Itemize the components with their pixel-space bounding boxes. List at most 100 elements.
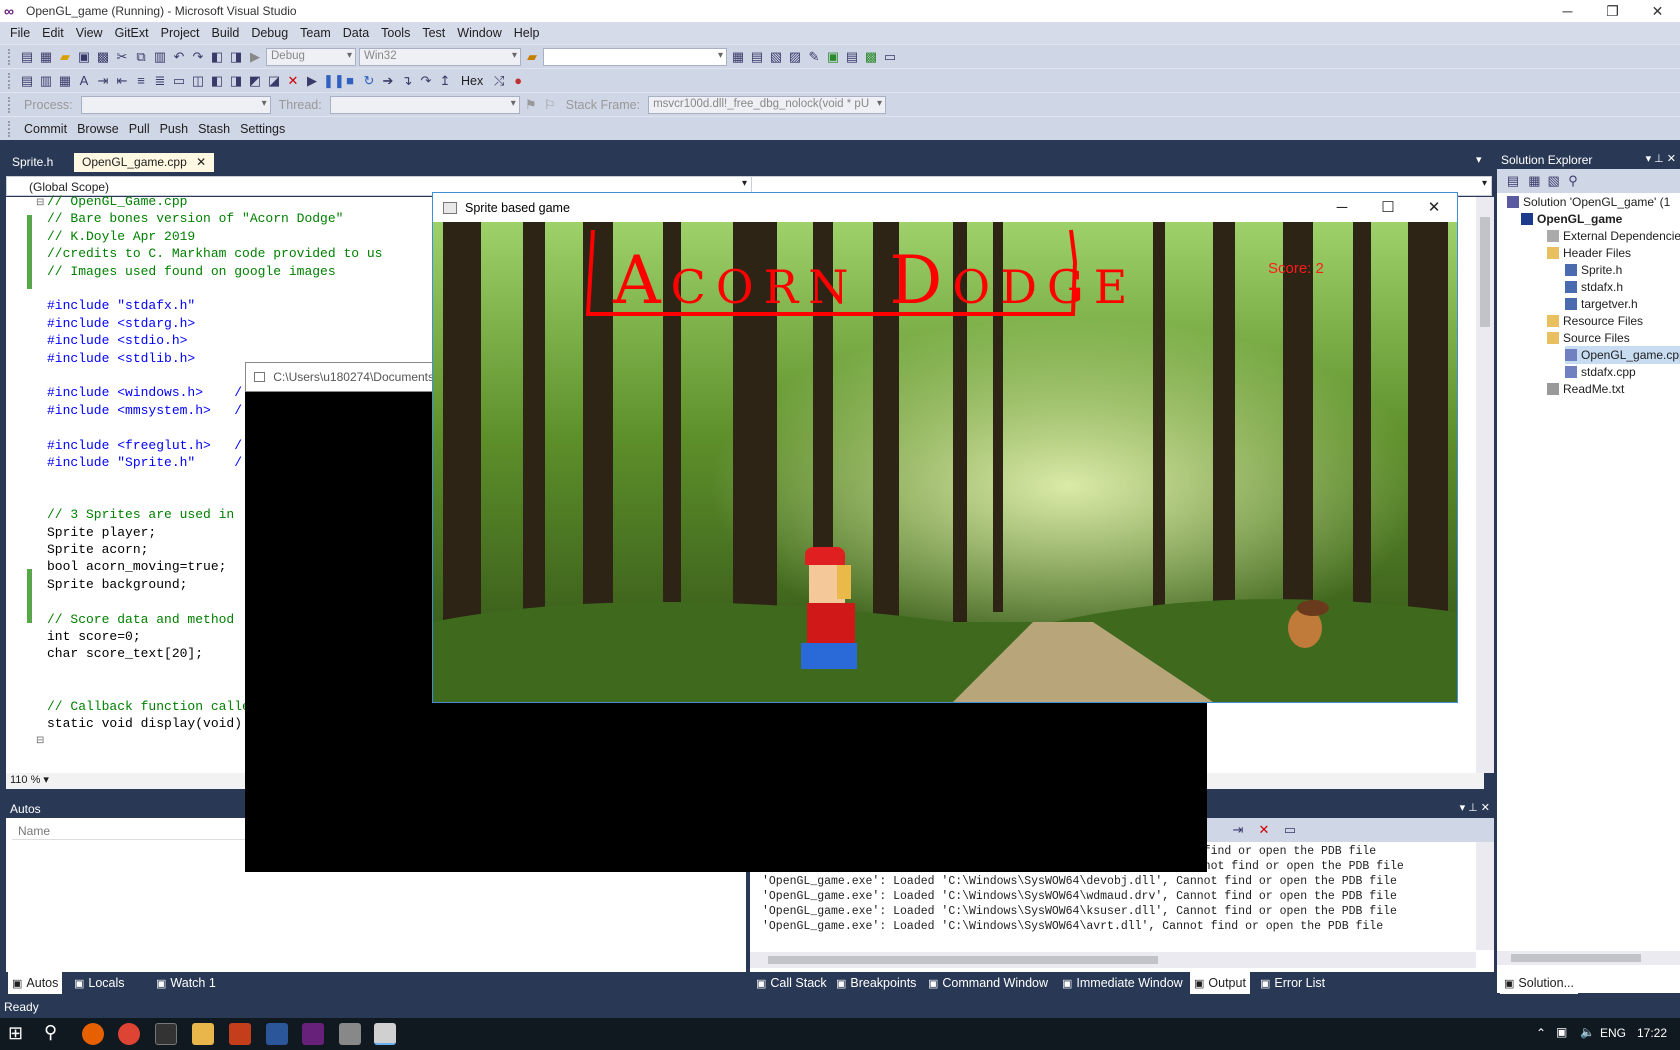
minimize-button[interactable]: ─: [1545, 0, 1590, 22]
bookmark-prev-icon[interactable]: ▥: [38, 73, 54, 89]
copy-icon[interactable]: ⧉: [133, 49, 149, 65]
bookmark-toggle-icon[interactable]: ◫: [190, 73, 206, 89]
continue-icon[interactable]: ▶: [304, 73, 320, 89]
menu-tools[interactable]: Tools: [375, 26, 416, 40]
git-push-button[interactable]: Push: [155, 122, 194, 136]
solex-horizontal-scrollbar[interactable]: [1497, 951, 1680, 965]
bookmark-next-icon[interactable]: ▦: [57, 73, 73, 89]
tree-item[interactable]: OpenGL_game: [1521, 210, 1622, 228]
code-line[interactable]: // Callback function calle: [47, 698, 250, 716]
scope-dropdown-icon[interactable]: ▾: [742, 178, 747, 189]
platform-select[interactable]: Win32: [359, 47, 521, 66]
filter-thread-icon[interactable]: ⚐: [542, 97, 558, 113]
add-item-icon[interactable]: ▦: [38, 49, 54, 65]
code-line[interactable]: // OpenGL_Game.cpp: [47, 193, 187, 211]
code-line[interactable]: Sprite player;: [47, 524, 156, 542]
tree-item[interactable]: ReadMe.txt: [1547, 380, 1624, 398]
command-prompt-icon[interactable]: [155, 1023, 177, 1045]
find-combo[interactable]: [543, 47, 727, 66]
game-title-bar[interactable]: Sprite based game ─ ☐ ✕: [433, 193, 1457, 222]
show-all-files-icon[interactable]: ▦: [1526, 173, 1542, 189]
show-next-statement-icon[interactable]: ➔: [380, 73, 396, 89]
git-stash-button[interactable]: Stash: [193, 122, 235, 136]
step-into-icon[interactable]: ↴: [399, 73, 415, 89]
output-vertical-scrollbar[interactable]: [1476, 842, 1494, 950]
indent-icon[interactable]: ⇥: [95, 73, 111, 89]
code-line[interactable]: #include "stdafx.h": [47, 297, 195, 315]
clear-bookmarks-icon[interactable]: ✕: [285, 73, 301, 89]
editor-vertical-scrollbar[interactable]: [1476, 197, 1494, 773]
tree-item[interactable]: OpenGL_game.cpp: [1565, 346, 1680, 364]
tab-immediate-window[interactable]: ▣ Immediate Window: [1058, 972, 1187, 994]
tree-item[interactable]: Resource Files: [1547, 312, 1643, 330]
tree-item[interactable]: stdafx.cpp: [1565, 363, 1636, 381]
game-maximize-button[interactable]: ☐: [1365, 193, 1411, 222]
console-title-bar[interactable]: C:\Users\u180274\Documents: [245, 362, 435, 392]
tree-item[interactable]: Header Files: [1547, 244, 1631, 262]
menu-window[interactable]: Window: [451, 26, 507, 40]
window-icon[interactable]: ▭: [882, 49, 898, 65]
menu-build[interactable]: Build: [206, 26, 246, 40]
menu-gitext[interactable]: GitExt: [109, 26, 155, 40]
hex-toggle[interactable]: Hex: [456, 74, 488, 88]
tab-overflow-icon[interactable]: ▾: [1476, 153, 1482, 166]
menu-test[interactable]: Test: [416, 26, 451, 40]
extension-icon[interactable]: ▣: [825, 49, 841, 65]
cut-icon[interactable]: ✂: [114, 49, 130, 65]
code-line[interactable]: static void display(void): [47, 715, 242, 733]
tab-error-list[interactable]: ▣ Error List: [1256, 972, 1329, 994]
object-browser-icon[interactable]: ▧: [768, 49, 784, 65]
menu-file[interactable]: File: [4, 26, 36, 40]
flag-thread-icon[interactable]: ⚑: [523, 97, 539, 113]
code-line[interactable]: #include <stdio.h>: [47, 332, 187, 350]
tools-icon[interactable]: ✎: [806, 49, 822, 65]
comment-icon[interactable]: ≡: [133, 73, 149, 89]
font-icon[interactable]: A: [76, 73, 92, 89]
start-page-icon[interactable]: ▤: [844, 49, 860, 65]
tab-watch-1[interactable]: ▣ Watch 1: [152, 972, 220, 994]
menu-project[interactable]: Project: [155, 26, 206, 40]
toolbox-icon[interactable]: ▨: [787, 49, 803, 65]
code-line[interactable]: // Bare bones version of "Acorn Dodge": [47, 210, 343, 228]
find-message-icon[interactable]: ⇥: [1230, 822, 1246, 838]
thread-select[interactable]: [329, 95, 520, 114]
tray-chevron-icon[interactable]: ⌃: [1536, 1026, 1546, 1040]
code-line[interactable]: #include <freeglut.h> /: [47, 437, 242, 455]
windows-start-icon[interactable]: ⊞: [8, 1023, 23, 1044]
tray-lang[interactable]: ENG: [1600, 1026, 1626, 1040]
menu-edit[interactable]: Edit: [36, 26, 70, 40]
bookmark-next-folder-icon[interactable]: ◨: [228, 73, 244, 89]
code-line[interactable]: #include "Sprite.h" /: [47, 454, 242, 472]
restore-button[interactable]: ❐: [1590, 0, 1635, 22]
tree-item[interactable]: Source Files: [1547, 329, 1630, 347]
menu-view[interactable]: View: [70, 26, 109, 40]
bookmark-icon[interactable]: ▤: [19, 73, 35, 89]
tab-opengl-game-cpp[interactable]: OpenGL_game.cpp ✕: [74, 153, 215, 172]
visual-studio-taskbar-icon[interactable]: [302, 1023, 324, 1045]
tray-time[interactable]: 17:22: [1637, 1026, 1667, 1040]
game-window[interactable]: Sprite based game ─ ☐ ✕ Acorn Dodge Scor…: [432, 192, 1458, 703]
word-wrap-icon[interactable]: ▭: [1282, 822, 1298, 838]
member-dropdown-icon[interactable]: ▾: [1482, 178, 1487, 189]
code-line[interactable]: #include <mmsystem.h> /: [47, 402, 242, 420]
tree-item[interactable]: External Dependencies: [1547, 227, 1680, 245]
code-line[interactable]: // 3 Sprites are used in: [47, 506, 234, 524]
code-line[interactable]: #include <stdarg.h>: [47, 315, 195, 333]
console-app-icon[interactable]: [374, 1023, 396, 1045]
outdent-icon[interactable]: ⇤: [114, 73, 130, 89]
navigate-back-icon[interactable]: ◧: [209, 49, 225, 65]
tab-call-stack[interactable]: ▣ Call Stack: [752, 972, 831, 994]
open-file-icon[interactable]: ▰: [57, 49, 73, 65]
menu-team[interactable]: Team: [294, 26, 337, 40]
tab-breakpoints[interactable]: ▣ Breakpoints: [832, 972, 920, 994]
git-browse-button[interactable]: Browse: [72, 122, 124, 136]
collapse-icon[interactable]: ⊟: [36, 735, 44, 746]
navigate-forward-icon[interactable]: ◨: [228, 49, 244, 65]
stack-frame-select[interactable]: msvcr100d.dll!_free_dbg_nolock(void * pU: [648, 95, 887, 114]
code-line[interactable]: #include <windows.h> /: [47, 384, 242, 402]
word-icon[interactable]: [266, 1023, 288, 1045]
close-tab-icon[interactable]: ✕: [196, 155, 206, 169]
code-line[interactable]: bool acorn_moving=true;: [47, 558, 226, 576]
tab-solution-[interactable]: ▣ Solution...: [1500, 972, 1578, 994]
output-horizontal-scrollbar[interactable]: [750, 952, 1476, 968]
